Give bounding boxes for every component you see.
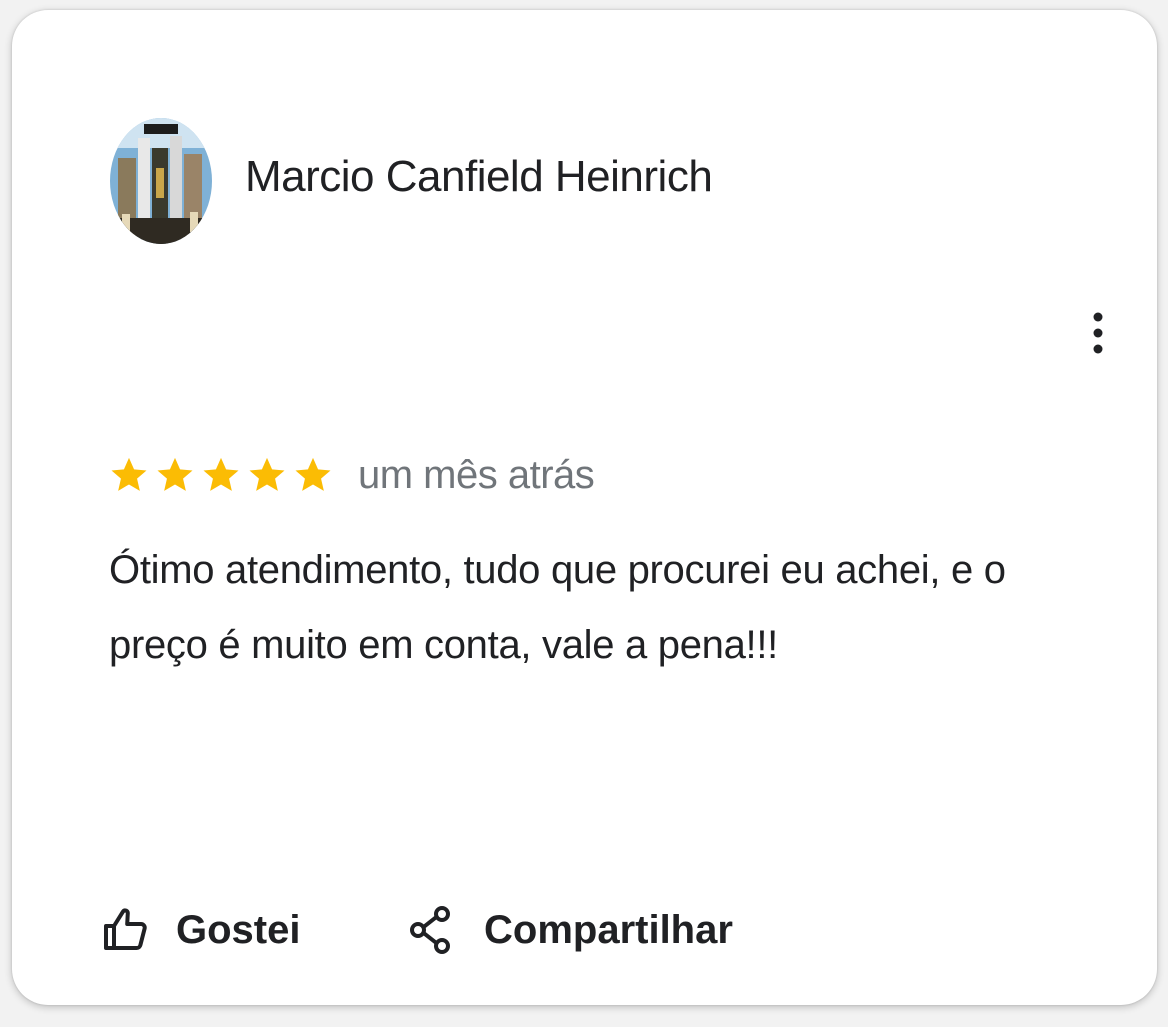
more-vert-icon	[1093, 312, 1103, 354]
avatar[interactable]	[110, 118, 212, 244]
thumb-up-icon	[104, 908, 147, 950]
review-card: Marcio Canfield Heinrich um mês atrás Ót…	[12, 10, 1157, 1005]
rating-row: um mês atrás	[108, 450, 595, 500]
star-icon	[249, 457, 285, 491]
star-icon	[203, 457, 239, 491]
review-text: Ótimo atendimento, tudo que procurei eu …	[109, 548, 1006, 667]
like-button[interactable]: Gostei	[102, 898, 300, 962]
share-button[interactable]: Compartilhar	[408, 898, 733, 962]
star-rating	[108, 454, 334, 496]
star-icon	[111, 457, 147, 491]
star-icon	[295, 457, 331, 491]
share-icon	[410, 906, 450, 954]
author-name[interactable]: Marcio Canfield Heinrich	[245, 152, 713, 202]
like-label: Gostei	[176, 907, 301, 952]
avatar-image	[110, 118, 212, 244]
more-options-button[interactable]	[1080, 308, 1116, 358]
star-icon	[157, 457, 193, 491]
share-label: Compartilhar	[484, 907, 733, 952]
review-date: um mês atrás	[358, 452, 595, 497]
